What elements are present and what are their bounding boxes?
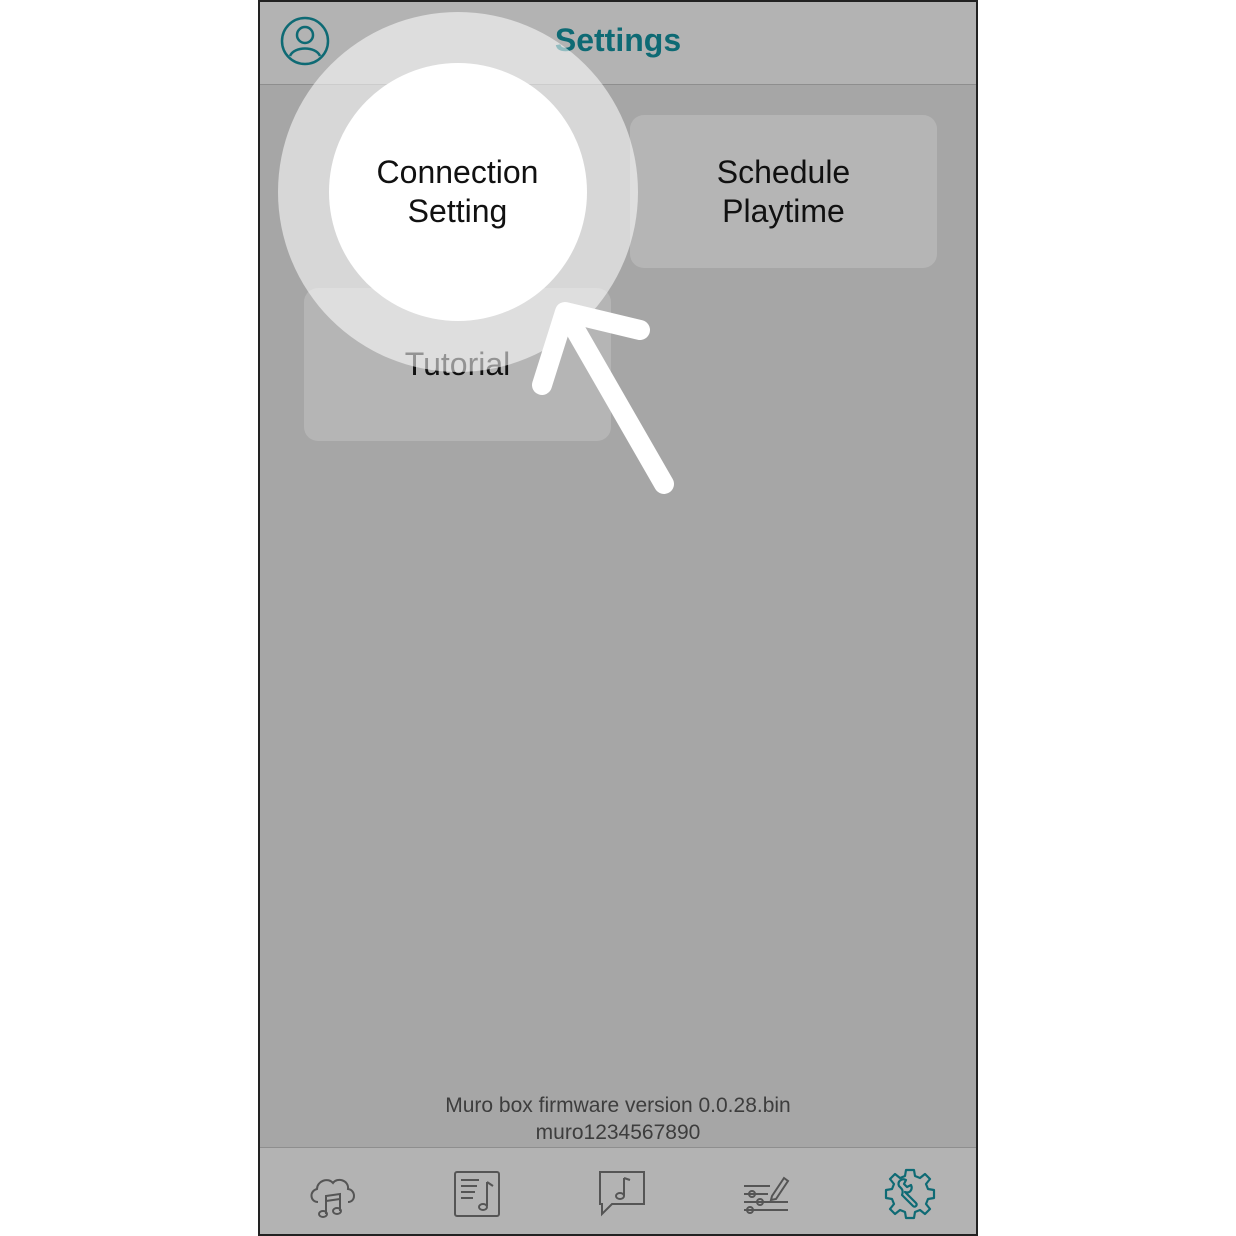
device-id: muro1234567890 — [535, 1121, 701, 1144]
connection-setting-label: Connection Setting — [376, 153, 539, 229]
music-sheet-icon — [454, 1171, 500, 1217]
tab-music-message[interactable] — [594, 1166, 650, 1222]
tab-bar — [260, 1147, 976, 1234]
app-screen: Settings Schedule Playtime Tutorial Conn… — [258, 0, 978, 1236]
tab-equalizer-edit[interactable] — [738, 1166, 794, 1222]
schedule-playtime-label: Schedule Playtime — [716, 153, 851, 229]
equalizer-edit-icon — [744, 1176, 790, 1214]
connection-setting-button[interactable]: Connection Setting — [304, 115, 611, 268]
schedule-playtime-button[interactable]: Schedule Playtime — [630, 115, 937, 268]
tab-music-sheet[interactable] — [449, 1166, 505, 1222]
tab-cloud-music[interactable] — [304, 1166, 360, 1222]
tab-settings[interactable] — [882, 1166, 938, 1222]
firmware-version: Muro box firmware version 0.0.28.bin — [445, 1094, 791, 1117]
music-message-icon — [599, 1171, 645, 1217]
firmware-info: Muro box firmware version 0.0.28.bin mur… — [260, 1092, 976, 1146]
gear-wrench-icon — [884, 1168, 936, 1220]
cloud-music-icon — [310, 1178, 355, 1218]
